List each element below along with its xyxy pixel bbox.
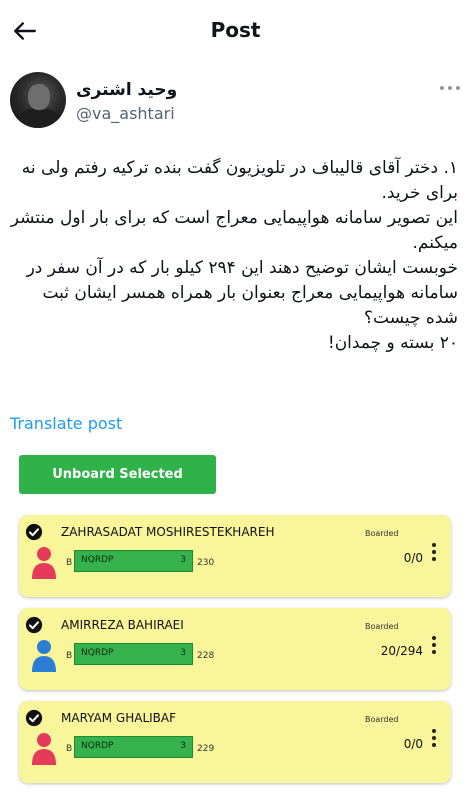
checked-circle-icon[interactable] [25,709,43,727]
booking-number: 3 [180,648,186,658]
female-passenger-icon [32,547,56,579]
male-passenger-icon [32,640,56,672]
boarding-status: Boarded [365,715,399,724]
seat-number: 229 [197,744,215,754]
checked-circle-icon[interactable] [25,523,43,541]
booking-class: B [66,744,73,754]
kebab-menu-icon[interactable] [432,543,436,561]
kebab-menu-icon[interactable] [432,729,436,747]
passenger-name: AMIRREZA BAHIRAEI [61,618,184,632]
ticket-bar: NQRDP 3 [74,550,193,572]
booking-number: 3 [180,741,186,751]
baggage-count: 20/294 [380,644,423,658]
booking-class: B [66,558,73,568]
ticket-bar: NQRDP 3 [74,736,193,758]
passenger-card[interactable]: ZAHRASADAT MOSHIRESTEKHAREH Boarded B NQRDP… [19,515,451,597]
page-title: Post [210,18,261,42]
passenger-card[interactable]: AMIRREZA BAHIRAEI Boarded B NQRDP 3 228 20/294 [19,608,451,690]
more-options-icon[interactable] [440,84,460,92]
passenger-name: ZAHRASADAT MOSHIRESTEKHAREH [61,525,275,539]
baggage-count: 0/0 [403,737,423,751]
seat-number: 228 [197,651,215,661]
post-header: Post [0,0,471,62]
post-text: ۱. دختر آقای قالیباف در تلویزیون گفت بند… [10,158,458,353]
baggage-count: 0/0 [403,551,423,565]
booking-code: NQRDP [81,555,114,565]
boarding-status: Boarded [365,622,399,631]
unboard-selected-button[interactable]: Unboard Selected [19,455,216,494]
booking-code: NQRDP [81,741,114,751]
checked-circle-icon[interactable] [25,616,43,634]
author-name[interactable]: وحید اشتری [76,80,177,100]
passenger-name: MARYAM GHALIBAF [61,711,177,725]
translate-post-link[interactable]: Translate post [10,414,122,433]
kebab-menu-icon[interactable] [432,636,436,654]
seat-number: 230 [197,558,215,568]
author-handle[interactable]: @va_ashtari [76,104,175,123]
ticket-bar: NQRDP 3 [74,643,193,665]
female-passenger-icon [32,733,56,765]
booking-class: B [66,651,73,661]
boarding-status: Boarded [365,529,399,538]
avatar[interactable] [10,72,66,128]
booking-number: 3 [180,555,186,565]
passenger-card[interactable]: MARYAM GHALIBAF Boarded B NQRDP 3 229 0/0 [19,701,451,783]
booking-code: NQRDP [81,648,114,658]
